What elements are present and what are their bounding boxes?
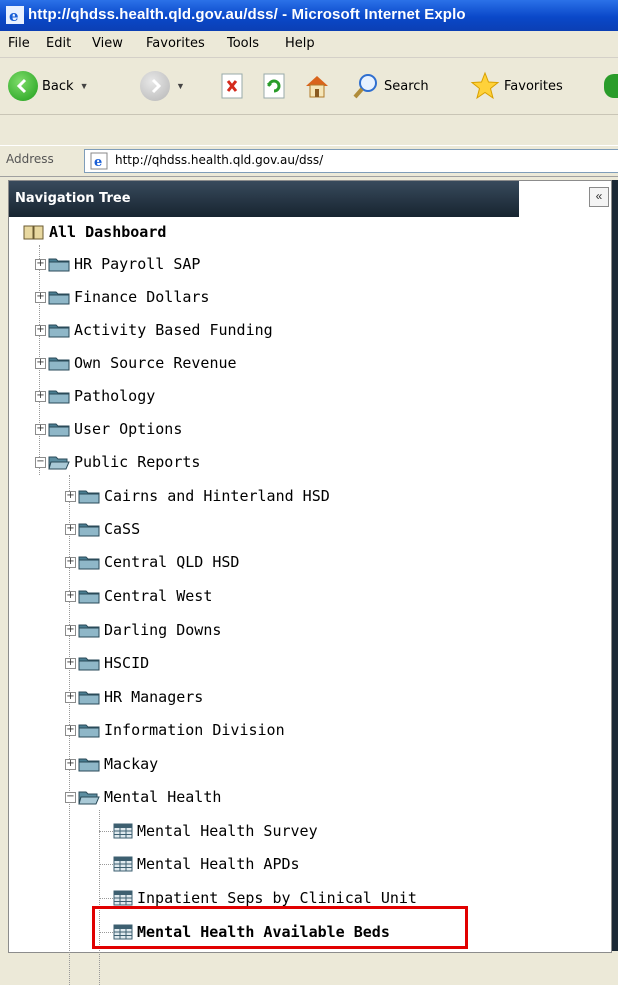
report-table-icon: [113, 823, 133, 839]
address-bar: Address e http://qhdss.health.qld.gov.au…: [0, 145, 618, 177]
back-arrow-icon: [8, 71, 38, 101]
menu-file[interactable]: File: [8, 36, 30, 51]
tree-folder-darling-downs[interactable]: + Darling Downs: [65, 617, 221, 643]
tree-folder-own-source-revenue[interactable]: + Own Source Revenue: [35, 350, 237, 376]
address-label: Address: [6, 152, 54, 166]
window-titlebar: e http://qhdss.health.qld.gov.au/dss/ - …: [0, 0, 618, 31]
expand-icon[interactable]: +: [65, 624, 76, 636]
svg-text:e: e: [94, 155, 102, 170]
address-url: http://qhdss.health.qld.gov.au/dss/: [115, 153, 324, 167]
refresh-button[interactable]: [262, 66, 288, 106]
menu-favorites[interactable]: Favorites: [146, 36, 205, 51]
report-table-icon: [113, 856, 133, 872]
home-icon: [306, 76, 328, 98]
toolbar: Back ▼ ▼ Search Favorites: [0, 58, 618, 115]
tree-folder-information-division[interactable]: + Information Division: [65, 717, 285, 743]
expand-icon[interactable]: +: [35, 390, 46, 402]
folder-icon: [78, 758, 100, 772]
menu-edit[interactable]: Edit: [46, 36, 71, 51]
expand-icon[interactable]: +: [35, 324, 46, 336]
back-dropdown-icon[interactable]: ▼: [80, 81, 89, 91]
folder-icon: [78, 590, 100, 604]
tree-folder-hr-payroll-sap[interactable]: + HR Payroll SAP: [35, 251, 200, 277]
tree-folder-activity-based-funding[interactable]: + Activity Based Funding: [35, 317, 273, 343]
dashboard-icon: [23, 225, 44, 240]
tree-folder-pathology[interactable]: + Pathology: [35, 383, 155, 409]
open-folder-icon: [48, 456, 70, 470]
collapse-icon[interactable]: −: [65, 791, 76, 803]
stop-button[interactable]: [220, 66, 246, 106]
nav-header: Navigation Tree «: [9, 181, 611, 217]
menu-view[interactable]: View: [92, 36, 123, 51]
menu-tools[interactable]: Tools: [227, 36, 259, 51]
tree-folder-finance-dollars[interactable]: + Finance Dollars: [35, 284, 209, 310]
window-title: http://qhdss.health.qld.gov.au/dss/ - Mi…: [28, 6, 466, 23]
forward-button[interactable]: ▼: [140, 66, 185, 106]
highlight-box: [92, 906, 468, 949]
tree-folder-user-options[interactable]: + User Options: [35, 416, 182, 442]
tree-report-mental-health-apds[interactable]: Mental Health APDs: [109, 851, 300, 877]
tree-folder-central-west[interactable]: + Central West: [65, 583, 212, 609]
tree-folder-mackay[interactable]: + Mackay: [65, 751, 158, 777]
address-input[interactable]: e http://qhdss.health.qld.gov.au/dss/: [84, 149, 618, 173]
folder-icon: [78, 624, 100, 638]
menu-bar: File Edit View Favorites Tools Help: [0, 31, 618, 58]
tree-folder-hscid[interactable]: + HSCID: [65, 650, 149, 676]
forward-arrow-icon: [140, 71, 170, 101]
expand-icon[interactable]: +: [35, 291, 46, 303]
tree-folder-hr-managers[interactable]: + HR Managers: [65, 684, 203, 710]
search-button[interactable]: Search: [352, 66, 429, 106]
media-button[interactable]: [604, 66, 618, 106]
folder-icon: [48, 390, 70, 404]
folder-icon: [48, 357, 70, 371]
expand-icon[interactable]: +: [35, 258, 46, 270]
folder-icon: [78, 490, 100, 504]
back-button[interactable]: Back ▼: [8, 66, 88, 106]
expand-icon[interactable]: +: [65, 724, 76, 736]
stop-icon: [221, 73, 243, 99]
folder-icon: [48, 423, 70, 437]
tree-folder-mental-health[interactable]: − Mental Health: [65, 784, 221, 810]
tree-folder-cass[interactable]: + CaSS: [65, 516, 140, 542]
folder-icon: [48, 258, 70, 272]
home-button[interactable]: [302, 66, 332, 106]
expand-icon[interactable]: +: [65, 590, 76, 602]
nav-title: Navigation Tree: [15, 191, 131, 206]
internet-explorer-icon: e: [6, 6, 24, 24]
page-icon: e: [90, 152, 108, 170]
folder-icon: [78, 523, 100, 537]
expand-icon[interactable]: +: [65, 657, 76, 669]
folder-icon: [78, 691, 100, 705]
navigation-tree-panel: Navigation Tree « All Dashboard + HR Pay…: [8, 180, 612, 985]
expand-icon[interactable]: +: [65, 490, 76, 502]
expand-icon[interactable]: +: [65, 758, 76, 770]
open-folder-icon: [78, 791, 100, 805]
folder-icon: [78, 657, 100, 671]
report-table-icon: [113, 890, 133, 906]
tree-report-mental-health-survey[interactable]: Mental Health Survey: [109, 818, 318, 844]
tree-folder-cairns-and-hinterland-hsd[interactable]: + Cairns and Hinterland HSD: [65, 483, 330, 509]
media-icon: [604, 74, 618, 98]
menu-help[interactable]: Help: [285, 36, 315, 51]
expand-icon[interactable]: +: [65, 556, 76, 568]
folder-icon: [48, 291, 70, 305]
expand-icon[interactable]: +: [65, 523, 76, 535]
folder-icon: [78, 556, 100, 570]
favorites-star-icon: [470, 71, 500, 100]
expand-icon[interactable]: +: [65, 691, 76, 703]
tree-folder-public-reports[interactable]: − Public Reports: [35, 449, 200, 475]
forward-dropdown-icon[interactable]: ▼: [176, 81, 185, 91]
collapse-panel-button[interactable]: «: [589, 187, 609, 207]
tree-root-all-dashboard[interactable]: All Dashboard: [23, 219, 166, 245]
folder-icon: [78, 724, 100, 738]
collapse-icon[interactable]: −: [35, 456, 46, 468]
tree-folder-central-qld-hsd[interactable]: + Central QLD HSD: [65, 549, 239, 575]
favorites-button[interactable]: Favorites: [470, 66, 563, 106]
refresh-icon: [263, 73, 285, 99]
expand-icon[interactable]: +: [35, 357, 46, 369]
search-icon: [353, 74, 377, 99]
expand-icon[interactable]: +: [35, 423, 46, 435]
svg-text:e: e: [9, 7, 19, 24]
folder-icon: [48, 324, 70, 338]
